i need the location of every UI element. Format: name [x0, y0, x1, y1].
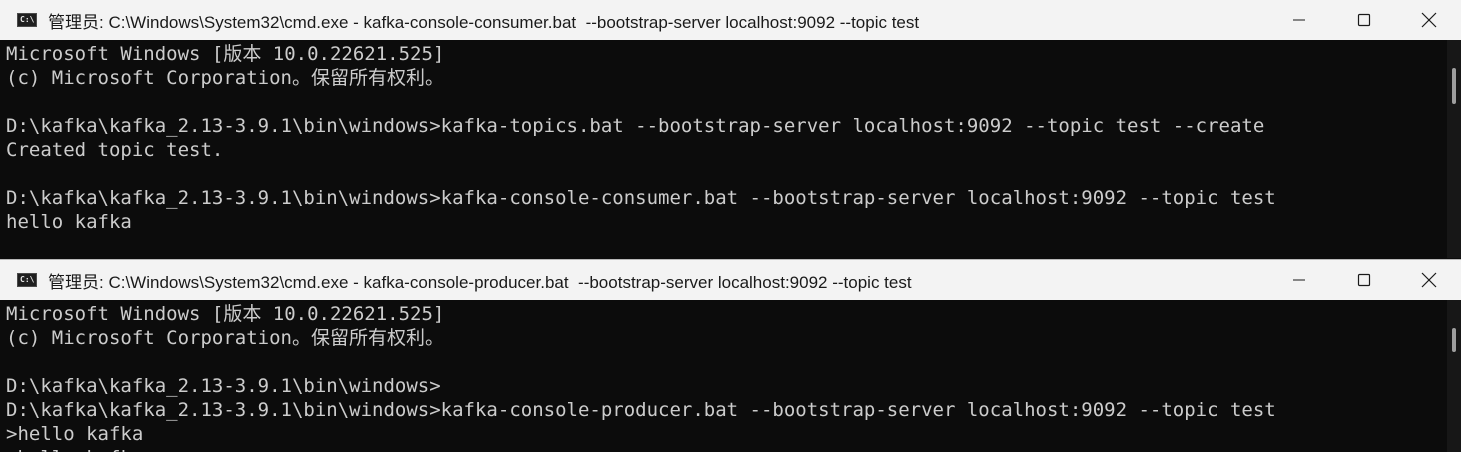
console-line: >hello kafka — [6, 446, 1461, 452]
console-line: D:\kafka\kafka_2.13-3.9.1\bin\windows> — [6, 375, 441, 397]
consumer-titlebar[interactable]: C:\ 管理员: C:\Windows\System32\cmd.exe - k… — [0, 0, 1461, 40]
producer-window-title: 管理员: C:\Windows\System32\cmd.exe - kafka… — [48, 272, 912, 292]
console-line: (c) Microsoft Corporation。保留所有权利。 — [6, 327, 444, 349]
consumer-window-controls — [1266, 0, 1461, 40]
cmd-app-icon[interactable]: C:\ — [17, 13, 37, 27]
close-icon — [1421, 12, 1436, 28]
console-line: Microsoft Windows [版本 10.0.22621.525] — [6, 303, 445, 325]
consumer-window-title: 管理员: C:\Windows\System32\cmd.exe - kafka… — [48, 12, 920, 32]
minimize-button[interactable] — [1266, 260, 1331, 300]
maximize-icon — [1357, 273, 1370, 287]
minimize-icon — [1292, 279, 1305, 281]
console-line: D:\kafka\kafka_2.13-3.9.1\bin\windows>ka… — [6, 399, 1276, 421]
minimize-button[interactable] — [1266, 0, 1331, 40]
consumer-scrollbar[interactable] — [1447, 40, 1461, 258]
console-line: hello kafka — [6, 211, 132, 233]
console-line: D:\kafka\kafka_2.13-3.9.1\bin\windows>ka… — [6, 187, 1276, 209]
close-button[interactable] — [1396, 260, 1461, 300]
maximize-button[interactable] — [1331, 260, 1396, 300]
consumer-window: C:\ 管理员: C:\Windows\System32\cmd.exe - k… — [0, 0, 1461, 258]
producer-titlebar[interactable]: C:\ 管理员: C:\Windows\System32\cmd.exe - k… — [0, 260, 1461, 300]
producer-window: C:\ 管理员: C:\Windows\System32\cmd.exe - k… — [0, 259, 1461, 452]
close-button[interactable] — [1396, 0, 1461, 40]
producer-scrollbar-thumb[interactable] — [1452, 328, 1456, 352]
console-line: Microsoft Windows [版本 10.0.22621.525] — [6, 43, 445, 65]
consumer-scrollbar-thumb[interactable] — [1452, 68, 1456, 104]
console-line: D:\kafka\kafka_2.13-3.9.1\bin\windows>ka… — [6, 115, 1265, 137]
consumer-console-output[interactable]: Microsoft Windows [版本 10.0.22621.525] (c)… — [0, 40, 1461, 258]
minimize-icon — [1292, 19, 1305, 21]
console-line: Created topic test. — [6, 139, 224, 161]
maximize-icon — [1357, 13, 1370, 27]
producer-console-output[interactable]: Microsoft Windows [版本 10.0.22621.525] (c)… — [0, 300, 1461, 452]
cmd-app-icon[interactable]: C:\ — [17, 273, 37, 287]
producer-window-controls — [1266, 260, 1461, 300]
console-line: >hello kafka — [6, 423, 144, 445]
close-icon — [1421, 272, 1436, 288]
cmd-icon-label: C:\ — [20, 275, 35, 284]
console-line: (c) Microsoft Corporation。保留所有权利。 — [6, 67, 444, 89]
maximize-button[interactable] — [1331, 0, 1396, 40]
cmd-icon-label: C:\ — [20, 15, 35, 24]
producer-scrollbar[interactable] — [1447, 300, 1461, 452]
